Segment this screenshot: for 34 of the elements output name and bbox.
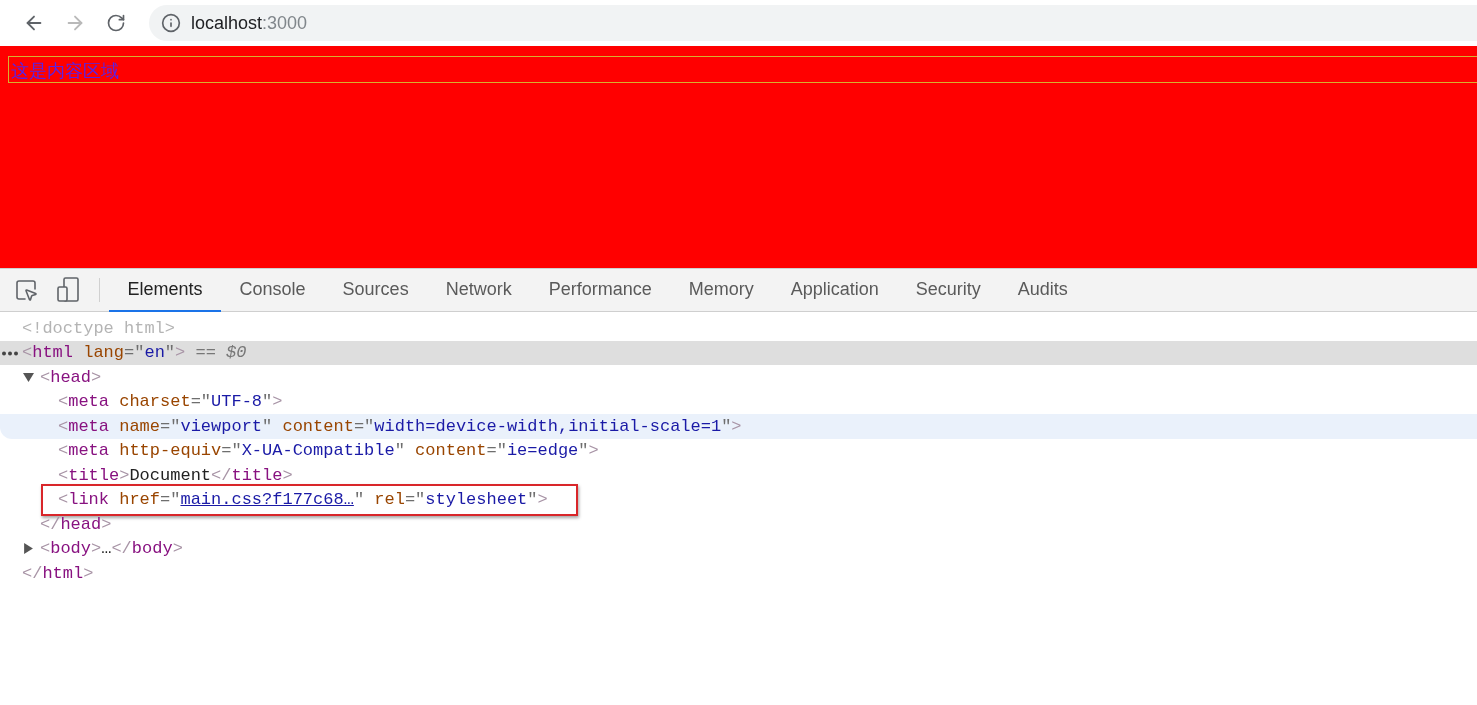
- markup-text: <html lang="en"> == $0: [22, 343, 247, 363]
- markup-text: <!doctype html>: [22, 318, 176, 338]
- markup-text: <meta http-equiv="X-UA-Compatible" content="ie=edge">: [58, 441, 599, 461]
- devtools-tab[interactable]: Security: [897, 269, 1000, 312]
- more-dots-icon[interactable]: [2, 350, 18, 356]
- stylesheet-link[interactable]: main.css?f177c68…: [180, 490, 354, 510]
- markup-text: </html>: [22, 563, 94, 583]
- markup-text: " rel="stylesheet">: [353, 490, 548, 510]
- markup-text: <link href=": [58, 490, 181, 510]
- markup-text: <meta charset="UTF-8">: [58, 392, 283, 412]
- info-icon[interactable]: [161, 13, 181, 33]
- devtools-tab[interactable]: Performance: [530, 269, 671, 312]
- devtools-tab[interactable]: Elements: [109, 269, 222, 312]
- devtools-tab[interactable]: Memory: [670, 269, 773, 312]
- devtools-tab[interactable]: Console: [221, 269, 325, 312]
- collapsed-triangle-icon[interactable]: [23, 543, 34, 555]
- markup-text: <meta name="viewport" content="width=device-width,initial-scale=1">: [58, 416, 742, 436]
- device-toolbar-icon: [56, 277, 80, 303]
- markup-text: <body>…</body>: [40, 539, 183, 559]
- devtools-tab[interactable]: Application: [772, 269, 898, 312]
- inspect-element-icon: [14, 278, 38, 302]
- devtools-tab[interactable]: Network: [427, 269, 531, 312]
- content-text: 这是内容区域: [8, 56, 1477, 83]
- devtools-tab[interactable]: Audits: [999, 269, 1087, 312]
- url-text: localhost:3000: [191, 12, 308, 34]
- hovered-node-row[interactable]: <meta name="viewport" content="width=device-width,initial-scale=1">: [0, 414, 1477, 439]
- address-bar[interactable]: localhost:3000: [149, 5, 1477, 41]
- devtools-tab[interactable]: Sources: [324, 269, 428, 312]
- selected-node-row[interactable]: <html lang="en"> == $0: [0, 340, 1477, 365]
- reload-icon: [106, 13, 126, 33]
- markup-text: <title>Document</title>: [58, 465, 293, 485]
- markup-text: </head>: [40, 514, 112, 534]
- expanded-triangle-icon[interactable]: [23, 371, 34, 383]
- markup-text: <head>: [40, 367, 102, 387]
